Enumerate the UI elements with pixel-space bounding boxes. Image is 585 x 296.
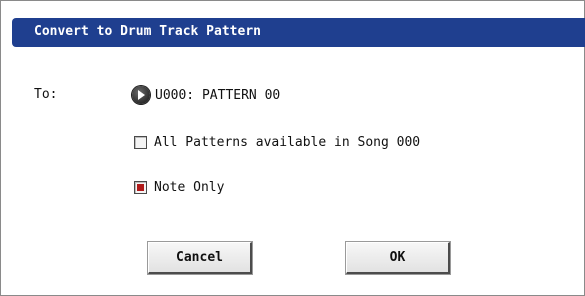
note-only-label: Note Only <box>154 180 225 195</box>
to-label: To: <box>34 87 58 102</box>
dialog-titlebar: Convert to Drum Track Pattern <box>12 18 585 47</box>
note-only-checkbox-row[interactable]: Note Only <box>134 180 224 195</box>
dialog-title: Convert to Drum Track Pattern <box>34 24 261 39</box>
note-only-checkbox[interactable] <box>134 181 147 194</box>
ok-button[interactable]: OK <box>346 242 450 274</box>
all-patterns-label: All Patterns available in Song 000 <box>154 135 421 150</box>
pattern-select[interactable]: U000: PATTERN 00 <box>132 84 280 106</box>
convert-dialog: Convert to Drum Track Pattern To: U000: … <box>0 0 585 296</box>
all-patterns-checkbox[interactable] <box>134 136 147 149</box>
pattern-value: U000: PATTERN 00 <box>155 87 281 103</box>
all-patterns-checkbox-row[interactable]: All Patterns available in Song 000 <box>134 135 420 150</box>
right-arrow-circle-icon[interactable] <box>132 86 150 104</box>
cancel-button[interactable]: Cancel <box>148 242 252 274</box>
